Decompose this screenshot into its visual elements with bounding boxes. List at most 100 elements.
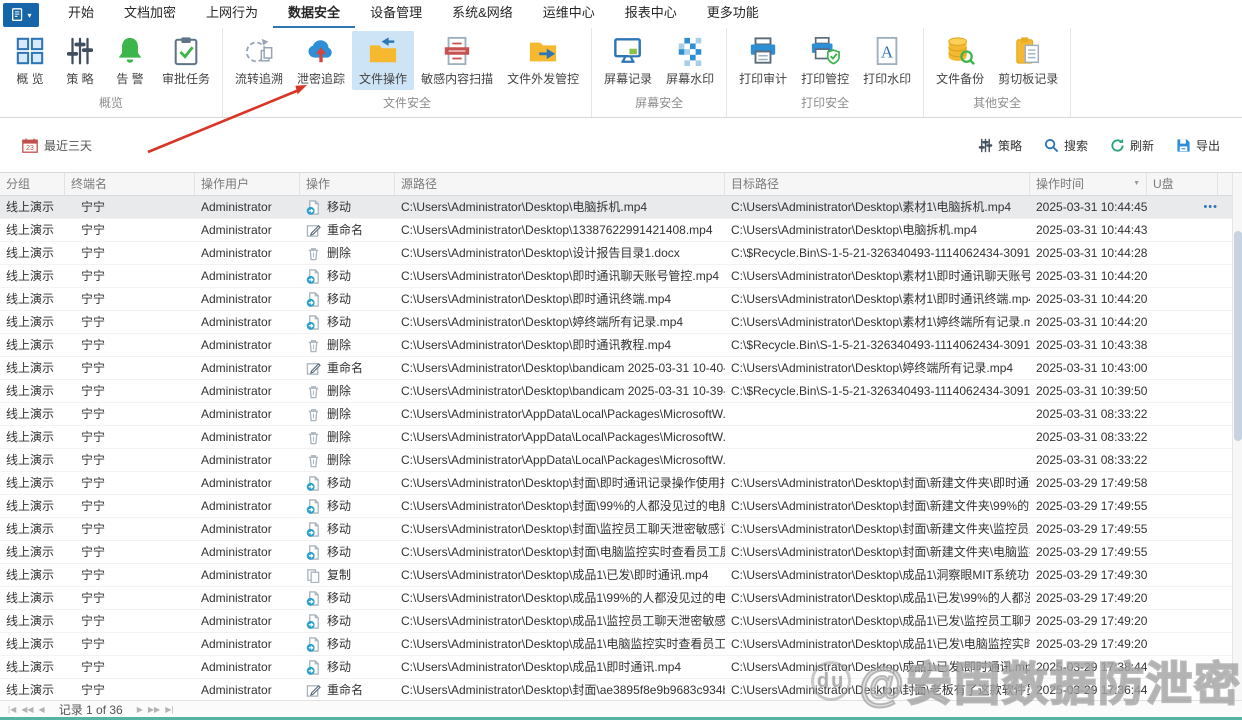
table-row[interactable]: 线上演示宁宁Administrator删除C:\Users\Administra… [0, 242, 1232, 265]
menu-tab-8[interactable]: 更多功能 [692, 0, 774, 28]
menu-tab-6[interactable]: 运维中心 [528, 0, 610, 28]
cell-usb [1147, 518, 1218, 541]
table-row[interactable]: 线上演示宁宁Administrator移动C:\Users\Administra… [0, 495, 1232, 518]
column-header-terminal[interactable]: 终端名 [65, 173, 195, 195]
refresh-button[interactable]: 刷新 [1110, 137, 1154, 154]
date-filter-button[interactable]: 23 最近三天 [22, 137, 92, 154]
ribbon-item-monitor[interactable]: 屏幕记录 [597, 31, 659, 90]
table-row[interactable]: 线上演示宁宁Administrator移动C:\Users\Administra… [0, 541, 1232, 564]
cell-operation: 移动 [300, 311, 395, 334]
cell-user: Administrator [195, 357, 300, 380]
refresh-label: 刷新 [1130, 137, 1154, 154]
cell-time: 2025-03-31 10:44:20 [1030, 288, 1147, 311]
move-icon [306, 660, 321, 675]
table-row[interactable]: 线上演示宁宁Administrator移动C:\Users\Administra… [0, 587, 1232, 610]
ribbon-item-clipboard-doc[interactable]: 剪切板记录 [991, 31, 1065, 90]
menu-tab-5[interactable]: 系统&网络 [437, 0, 528, 28]
ribbon-item-clipboard-check[interactable]: 审批任务 [155, 31, 217, 90]
ribbon-item-sliders[interactable]: 策 略 [55, 31, 105, 90]
table-row[interactable]: 线上演示宁宁Administrator移动C:\Users\Administra… [0, 472, 1232, 495]
pager-next-page-button[interactable]: ▶▶ [148, 705, 160, 714]
cell-group: 线上演示 [0, 610, 65, 633]
ribbon-item-label: 屏幕记录 [604, 70, 652, 87]
menu-tab-2[interactable]: 上网行为 [191, 0, 273, 28]
cell-operation: 删除 [300, 380, 395, 403]
table-row[interactable]: 线上演示宁宁Administrator复制C:\Users\Administra… [0, 564, 1232, 587]
cell-time: 2025-03-31 08:33:22 [1030, 426, 1147, 449]
pager-prev-button[interactable]: ◀ [39, 705, 45, 714]
menu-tab-7[interactable]: 报表中心 [610, 0, 692, 28]
ribbon-item-cloud-up[interactable]: 泄密追踪 [290, 31, 352, 90]
cell-target-path: C:\$Recycle.Bin\S-1-5-21-326340493-11140… [725, 334, 1030, 357]
ribbon-item-folder-return[interactable]: 文件操作 [352, 31, 414, 90]
row-actions-button[interactable]: ••• [1203, 196, 1218, 218]
operation-label: 移动 [327, 541, 351, 563]
ribbon-item-doc-scan[interactable]: 敏感内容扫描 [414, 31, 500, 90]
cell-target-path: C:\Users\Administrator\Desktop\成品1\已发\99… [725, 587, 1030, 610]
table-row[interactable]: 线上演示宁宁Administrator删除C:\Users\Administra… [0, 449, 1232, 472]
column-header-usb[interactable]: U盘 [1147, 173, 1218, 195]
move-icon [306, 637, 321, 652]
cell-target-path: C:\$Recycle.Bin\S-1-5-21-326340493-11140… [725, 242, 1030, 265]
column-header-time[interactable]: 操作时间 ▼ [1030, 173, 1147, 195]
table-row[interactable]: 线上演示宁宁Administrator移动C:\Users\Administra… [0, 610, 1232, 633]
ribbon-item-printer-shield[interactable]: 打印管控 [794, 31, 856, 90]
ribbon-item-label: 告 警 [116, 70, 143, 87]
pager-nav-right: ▶▶▶▶| [137, 705, 174, 714]
column-header-operation[interactable]: 操作 [300, 173, 395, 195]
ribbon-item-db-search[interactable]: 文件备份 [929, 31, 991, 90]
table-row[interactable]: 线上演示宁宁Administrator移动C:\Users\Administra… [0, 311, 1232, 334]
table-row[interactable]: 线上演示宁宁Administrator重命名C:\Users\Administr… [0, 357, 1232, 380]
table-row[interactable]: 线上演示宁宁Administrator重命名C:\Users\Administr… [0, 219, 1232, 242]
table-row[interactable]: 线上演示宁宁Administrator移动C:\Users\Administra… [0, 656, 1232, 679]
cell-target-path: C:\Users\Administrator\Desktop\素材1\电脑拆机.… [725, 196, 1030, 219]
pager-last-button[interactable]: ▶| [165, 705, 173, 714]
table-row[interactable]: 线上演示宁宁Administrator删除C:\Users\Administra… [0, 426, 1232, 449]
ribbon-item-folder-out[interactable]: 文件外发管控 [500, 31, 586, 90]
table-row[interactable]: 线上演示宁宁Administrator移动C:\Users\Administra… [0, 196, 1232, 219]
column-header-user[interactable]: 操作用户 [195, 173, 300, 195]
cell-operation: 删除 [300, 403, 395, 426]
export-button[interactable]: 导出 [1176, 137, 1220, 154]
search-button[interactable]: 搜索 [1044, 137, 1088, 154]
cell-terminal: 宁宁 [65, 242, 195, 265]
column-header-source-path[interactable]: 源路径 [395, 173, 725, 195]
table-row[interactable]: 线上演示宁宁Administrator移动C:\Users\Administra… [0, 265, 1232, 288]
menu-tab-1[interactable]: 文档加密 [109, 0, 191, 28]
refresh-icon [1110, 138, 1125, 153]
printer-shield-icon [809, 35, 841, 67]
policy-button[interactable]: 策略 [978, 137, 1022, 154]
cell-operation: 移动 [300, 541, 395, 564]
pager-first-button[interactable]: |◀ [8, 705, 16, 714]
scrollbar-thumb[interactable] [1234, 231, 1242, 441]
operation-label: 删除 [327, 380, 351, 402]
table-row[interactable]: 线上演示宁宁Administrator移动C:\Users\Administra… [0, 633, 1232, 656]
ribbon-item-bell[interactable]: 告 警 [105, 31, 155, 90]
table-row[interactable]: 线上演示宁宁Administrator删除C:\Users\Administra… [0, 334, 1232, 357]
table-row[interactable]: 线上演示宁宁Administrator删除C:\Users\Administra… [0, 380, 1232, 403]
cell-usb [1147, 495, 1218, 518]
menu-tab-0[interactable]: 开始 [53, 0, 109, 28]
vertical-scrollbar[interactable] [1232, 172, 1242, 700]
cell-target-path: C:\Users\Administrator\Desktop\成品1\洞察眼MI… [725, 564, 1030, 587]
pager-prev-page-button[interactable]: ◀◀ [21, 705, 33, 714]
filter-dropdown-icon[interactable]: ▼ [1133, 173, 1140, 195]
column-header-target-path[interactable]: 目标路径 [725, 173, 1030, 195]
app-menu-button[interactable]: ▾ [3, 3, 39, 27]
cell-time: 2025-03-29 17:49:55 [1030, 495, 1147, 518]
ribbon-item-printer[interactable]: 打印审计 [732, 31, 794, 90]
column-header-group[interactable]: 分组 [0, 173, 65, 195]
ribbon-item-doc-a[interactable]: A打印水印 [856, 31, 918, 90]
table-row[interactable]: 线上演示宁宁Administrator移动C:\Users\Administra… [0, 288, 1232, 311]
table-row[interactable]: 线上演示宁宁Administrator重命名C:\Users\Administr… [0, 679, 1232, 702]
table-row[interactable]: 线上演示宁宁Administrator删除C:\Users\Administra… [0, 403, 1232, 426]
cell-terminal: 宁宁 [65, 679, 195, 702]
ribbon-item-pixels[interactable]: 屏幕水印 [659, 31, 721, 90]
cell-spacer [1218, 357, 1232, 380]
ribbon-item-cycle[interactable]: 流转追溯 [228, 31, 290, 90]
menu-tab-3[interactable]: 数据安全 [273, 0, 355, 28]
pager-next-button[interactable]: ▶ [137, 705, 143, 714]
table-row[interactable]: 线上演示宁宁Administrator移动C:\Users\Administra… [0, 518, 1232, 541]
menu-tab-4[interactable]: 设备管理 [355, 0, 437, 28]
ribbon-item-grid[interactable]: 概 览 [5, 31, 55, 90]
